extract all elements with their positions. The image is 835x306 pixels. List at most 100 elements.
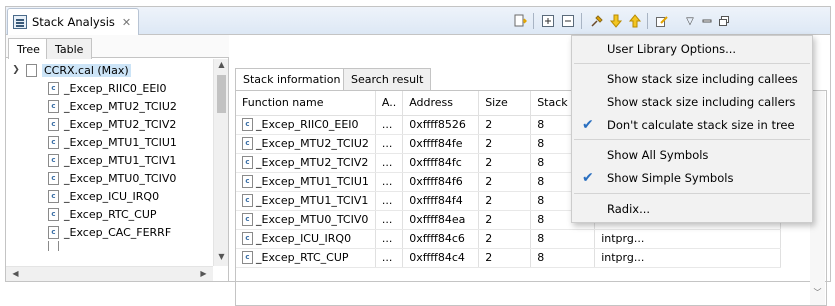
cell-stack: 8 — [530, 248, 596, 268]
tree-item-partial[interactable] — [48, 241, 64, 251]
c-file-icon: c — [242, 232, 253, 246]
cell-size: 2 — [478, 248, 532, 268]
cell-address: 0xffff84f4 — [402, 191, 480, 211]
cell-function-name: c _Excep_MTU1_TCIV1 — [236, 191, 376, 211]
tree-item[interactable]: c _Excep_ICU_IRQ0 — [48, 187, 159, 205]
arrow-up-icon[interactable] — [626, 12, 644, 30]
tree-root[interactable]: ❯ CCRX.cal (Max) — [10, 61, 131, 79]
tree-item[interactable]: c _Excep_MTU2_TCIU2 — [48, 97, 177, 115]
menu-item-label: Show stack size including callers — [607, 95, 796, 109]
tree-item[interactable]: c _Excep_MTU1_TCIU1 — [48, 133, 177, 151]
collapse-all-icon[interactable] — [559, 12, 577, 30]
tree-item[interactable]: c _Excep_MTU1_TCIV1 — [48, 151, 176, 169]
maximize-icon[interactable] — [715, 12, 733, 30]
view-menu-icon[interactable]: ▽ — [681, 12, 699, 30]
tree-item-label: _Excep_CAC_FERRF — [64, 225, 172, 239]
c-file-icon: c — [242, 251, 253, 265]
tree-horizontal-scrollbar[interactable]: ◀ ▶ — [6, 266, 213, 281]
cell-text: 0xffff84c6 — [409, 232, 465, 245]
cell-text: 0xffff8526 — [409, 118, 466, 131]
cell-address: 0xffff84ea — [402, 210, 480, 230]
close-icon[interactable]: ✕ — [122, 16, 131, 29]
menu-item-dont-calculate-tree[interactable]: ✔ Don't calculate stack size in tree — [572, 114, 812, 136]
menu-item-radix[interactable]: Radix... — [572, 198, 812, 220]
tree-item[interactable]: c _Excep_RTC_CUP — [48, 205, 157, 223]
cell-text: 0xffff84fe — [409, 137, 463, 150]
scroll-down-icon[interactable]: ▼ — [214, 252, 229, 261]
tree-vertical-scrollbar[interactable]: ▲ ▼ — [213, 59, 228, 266]
tab-stack-information[interactable]: Stack information — [235, 68, 349, 90]
tree-table-tabs: Tree Table — [6, 35, 229, 59]
col-function-name[interactable]: Function name — [236, 91, 376, 116]
edit-icon[interactable] — [653, 12, 671, 30]
chevron-down-icon[interactable]: ❯ — [10, 65, 22, 75]
export-icon[interactable] — [511, 12, 529, 30]
cell-text: ... — [381, 118, 393, 131]
pin-icon[interactable] — [588, 12, 606, 30]
toolbar-separator — [581, 13, 582, 29]
c-file-icon: c — [48, 117, 59, 131]
cell-address: 0xffff84fc — [402, 153, 480, 173]
cell-text: ... — [381, 175, 393, 188]
menu-item-show-simple-symbols[interactable]: ✔ Show Simple Symbols — [572, 167, 812, 189]
table-row[interactable]: c _Excep_ICU_IRQ0... 0xffff84c6 2 8 intprg... — [236, 229, 782, 249]
cell-text: 2 — [485, 232, 493, 245]
menu-item-label: Show stack size including callees — [607, 72, 798, 86]
cell-size: 2 — [478, 191, 532, 211]
tree-item[interactable]: c _Excep_RIIC0_EEI0 — [48, 79, 167, 97]
scroll-left-icon[interactable]: ◀ — [8, 269, 23, 278]
tab-tree[interactable]: Tree — [8, 38, 49, 59]
tree-item-label: _Excep_MTU2_TCIV2 — [64, 117, 177, 131]
scroll-right-icon[interactable]: ▶ — [196, 269, 211, 278]
menu-item-show-all-symbols[interactable]: Show All Symbols — [572, 144, 812, 166]
tree-item-label: _Excep_ICU_IRQ0 — [64, 189, 160, 203]
cell-attribute: ... — [375, 248, 404, 268]
scroll-up-icon[interactable]: ▲ — [214, 60, 229, 69]
tree-item-label: _Excep_MTU0_TCIV0 — [64, 171, 177, 185]
c-file-icon: c — [48, 99, 59, 113]
cell-function-name: c _Excep_RTC_CUP — [236, 248, 376, 268]
col-size[interactable]: Size — [478, 91, 532, 116]
expand-all-icon[interactable] — [539, 12, 557, 30]
col-attribute[interactable]: A.. — [375, 91, 404, 116]
cell-text: 8 — [537, 118, 545, 131]
tree-item[interactable]: c _Excep_MTU0_TCIV0 — [48, 169, 176, 187]
tree-item[interactable]: c _Excep_MTU2_TCIV2 — [48, 115, 176, 133]
c-file-icon: c — [48, 135, 59, 149]
menu-item-show-stack-callers[interactable]: Show stack size including callers — [572, 91, 812, 113]
c-file-icon: c — [48, 207, 59, 221]
cell-text: ... — [381, 232, 393, 245]
cell-text: 2 — [485, 137, 493, 150]
scroll-thumb[interactable] — [217, 75, 226, 113]
tree-item-label: _Excep_RTC_CUP — [64, 207, 157, 221]
checkmark-icon: ✔ — [582, 170, 594, 186]
cell-text: 8 — [537, 213, 545, 226]
tab-stack-analysis[interactable]: Stack Analysis ✕ — [7, 8, 139, 35]
tree-item[interactable]: c _Excep_CAC_FERRF — [48, 223, 171, 241]
arrow-down-icon[interactable] — [607, 12, 625, 30]
menu-separator — [574, 139, 810, 140]
c-file-icon: c — [242, 213, 253, 227]
cell-text: _Excep_MTU1_TCIV1 — [256, 193, 369, 207]
cell-text: 2 — [485, 251, 493, 264]
scroll-down-icon[interactable]: ﹀ — [810, 287, 825, 298]
view-menu-dropdown: User Library Options... Show stack size … — [571, 35, 813, 223]
tree-item-label: _Excep_RIIC0_EEI0 — [64, 81, 167, 95]
menu-item-show-stack-callees[interactable]: Show stack size including callees — [572, 68, 812, 90]
c-file-icon: c — [48, 171, 59, 185]
cell-size: 2 — [478, 172, 532, 192]
cell-function-name: c _Excep_MTU2_TCIU2 — [236, 134, 376, 154]
tree-item-label: _Excep_MTU2_TCIU2 — [64, 99, 177, 113]
cell-text: 2 — [485, 118, 493, 131]
c-file-icon: c — [48, 225, 59, 239]
tab-table[interactable]: Table — [46, 38, 93, 59]
col-address[interactable]: Address — [402, 91, 480, 116]
table-row[interactable]: c _Excep_RTC_CUP... 0xffff84c4 2 8 intprg... — [236, 248, 782, 268]
cell-size: 2 — [478, 134, 532, 154]
menu-item-user-library-options[interactable]: User Library Options... — [572, 38, 812, 60]
cell-text: 0xffff84f6 — [409, 175, 463, 188]
tab-search-result[interactable]: Search result — [343, 68, 432, 90]
minimize-icon[interactable] — [698, 12, 716, 30]
cell-text: 2 — [485, 156, 493, 169]
c-file-icon: c — [242, 156, 253, 170]
